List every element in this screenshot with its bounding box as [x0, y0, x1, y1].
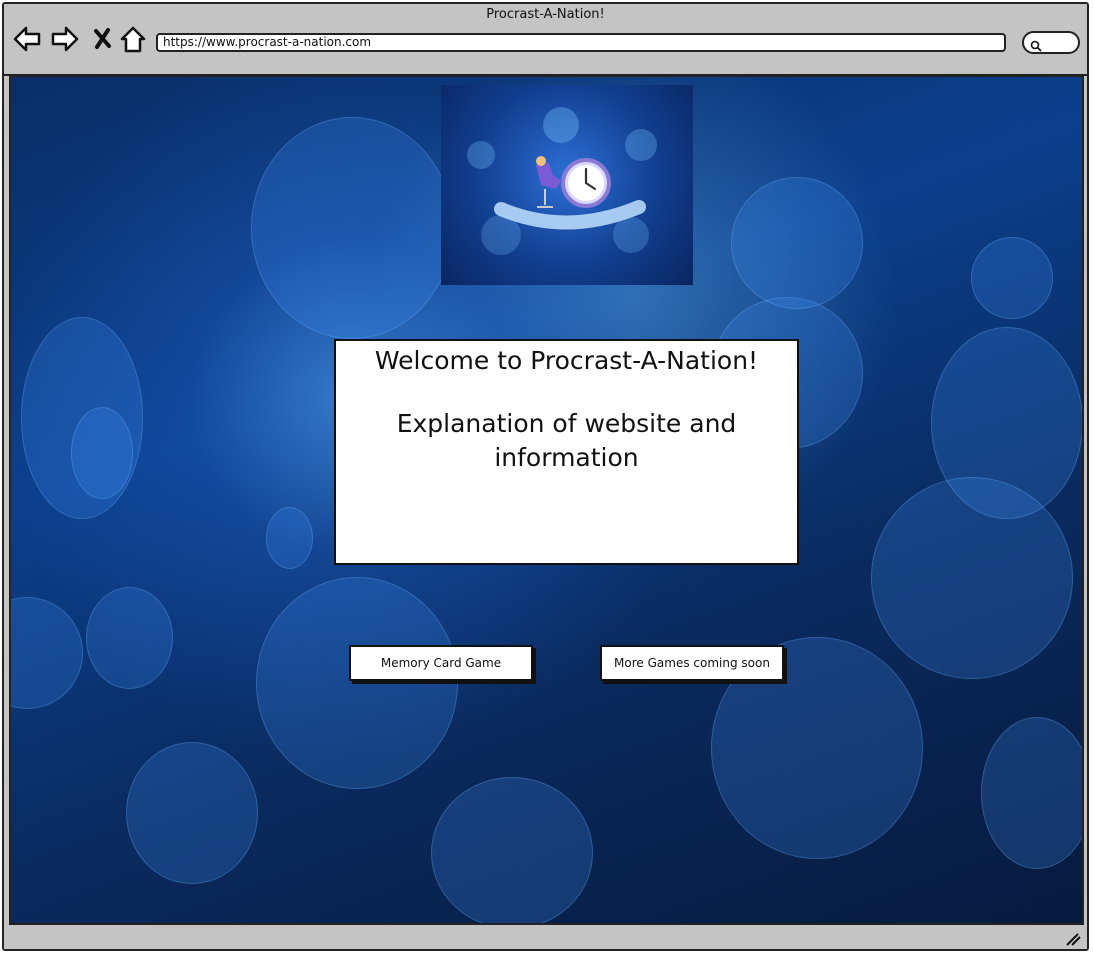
background-bokeh: [126, 742, 258, 884]
close-x-icon[interactable]: [90, 24, 120, 54]
background-bokeh: [251, 117, 453, 339]
more-games-button[interactable]: More Games coming soon: [600, 645, 784, 681]
resize-grip-icon[interactable]: [1065, 931, 1081, 946]
browser-search-box[interactable]: [1022, 31, 1080, 54]
forward-arrow-icon[interactable]: [50, 24, 80, 54]
background-bokeh: [981, 717, 1082, 869]
memory-card-game-button[interactable]: Memory Card Game: [349, 645, 533, 681]
browser-status-bar: [4, 925, 1087, 949]
browser-window: Procrast-A-Nation! https://www.procrast-…: [2, 2, 1089, 951]
background-bokeh: [86, 587, 173, 689]
window-title: Procrast-A-Nation!: [486, 7, 605, 22]
browser-titlebar: Procrast-A-Nation! https://www.procrast-…: [4, 4, 1087, 76]
welcome-description: Explanation of website and information: [396, 409, 737, 472]
page-viewport: Welcome to Procrast-A-Nation! Explanatio…: [9, 75, 1084, 925]
home-icon[interactable]: [118, 24, 148, 54]
background-bokeh: [71, 407, 133, 499]
welcome-panel: Welcome to Procrast-A-Nation! Explanatio…: [334, 339, 799, 565]
address-bar[interactable]: https://www.procrast-a-nation.com: [156, 33, 1006, 52]
background-bokeh: [871, 477, 1073, 679]
site-logo: [441, 85, 693, 285]
welcome-heading: Welcome to Procrast-A-Nation!: [374, 346, 759, 375]
background-bokeh: [266, 507, 313, 569]
background-bokeh: [971, 237, 1053, 319]
background-bokeh: [731, 177, 863, 309]
clock-icon: [561, 158, 611, 208]
background-bokeh: [11, 597, 83, 709]
background-bokeh: [256, 577, 458, 789]
background-bokeh: [431, 777, 593, 923]
magnifier-icon: [1030, 37, 1042, 56]
back-arrow-icon[interactable]: [12, 24, 42, 54]
